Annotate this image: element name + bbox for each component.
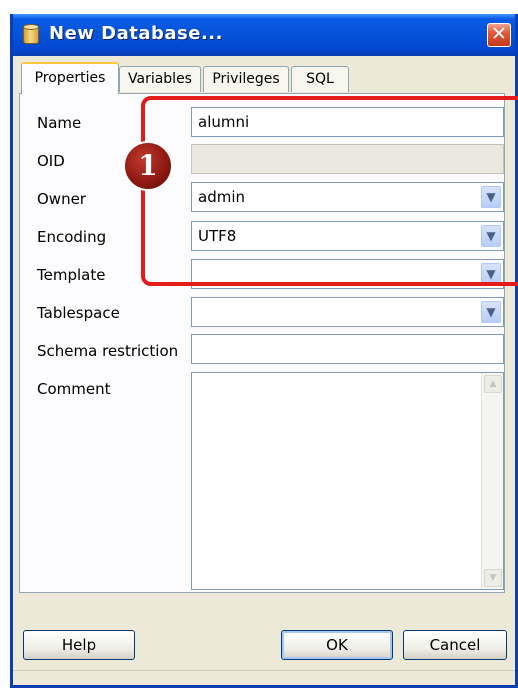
tab-label: Properties (34, 70, 106, 86)
close-button[interactable]: ✕ (487, 23, 511, 47)
comment-label: Comment (37, 380, 111, 398)
encoding-select[interactable]: UTF8 ▼ (191, 221, 504, 251)
title-bar[interactable]: New Database... ✕ (13, 14, 515, 56)
window-title: New Database... (49, 23, 223, 44)
chevron-down-icon[interactable]: ▼ (481, 301, 501, 323)
schema-restriction-input[interactable] (191, 334, 504, 364)
annotation-step-badge: 1 (123, 141, 173, 191)
encoding-label: Encoding (37, 228, 107, 246)
ok-button[interactable]: OK (281, 630, 393, 660)
tab-properties[interactable]: Properties (21, 62, 119, 94)
encoding-value: UTF8 (198, 227, 237, 245)
close-icon: ✕ (491, 23, 507, 45)
tablespace-select[interactable]: ▼ (191, 297, 504, 327)
scroll-down-icon[interactable]: ▼ (484, 569, 502, 587)
schema-restriction-label: Schema restriction (37, 342, 179, 360)
tab-label: Variables (128, 71, 192, 87)
chevron-down-icon[interactable]: ▼ (481, 263, 501, 285)
comment-textarea[interactable]: ▲ ▼ (191, 372, 504, 590)
new-database-dialog: New Database... ✕ Properties Variables P… (10, 14, 518, 688)
name-label: Name (37, 114, 82, 132)
chevron-down-icon[interactable]: ▼ (481, 186, 501, 208)
oid-label: OID (37, 152, 65, 170)
oid-input (191, 144, 504, 174)
owner-value: admin (198, 188, 245, 206)
database-icon (23, 24, 39, 44)
template-label: Template (37, 266, 106, 284)
template-select[interactable]: ▼ (191, 259, 504, 289)
chevron-down-icon[interactable]: ▼ (481, 225, 501, 247)
tab-label: SQL (306, 71, 334, 87)
owner-select[interactable]: admin ▼ (191, 182, 504, 212)
cancel-button[interactable]: Cancel (403, 630, 507, 660)
help-button[interactable]: Help (23, 630, 135, 660)
tab-variables[interactable]: Variables (119, 66, 201, 92)
tab-label: Privileges (212, 71, 280, 87)
status-bar (13, 670, 515, 685)
scroll-up-icon[interactable]: ▲ (484, 375, 502, 393)
owner-label: Owner (37, 190, 86, 208)
comment-scrollbar[interactable]: ▲ ▼ (481, 373, 503, 589)
tab-privileges[interactable]: Privileges (203, 66, 289, 92)
tablespace-label: Tablespace (37, 304, 120, 322)
name-input[interactable]: alumni (191, 107, 504, 137)
tab-sql[interactable]: SQL (291, 66, 349, 92)
